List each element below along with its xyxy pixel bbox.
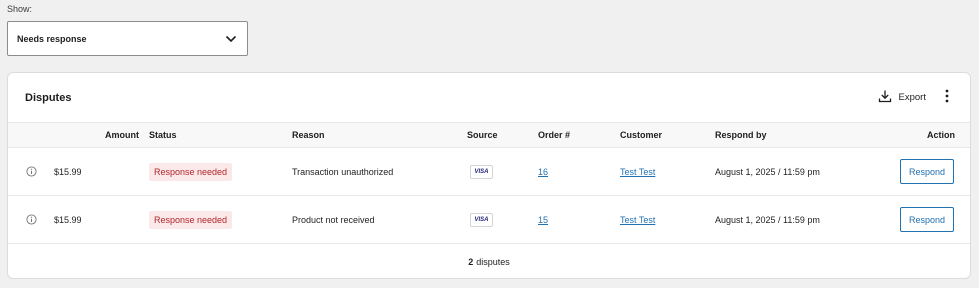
row-reason: Product not received (292, 214, 375, 225)
row-status-cell: Response needed (149, 148, 292, 196)
header-status[interactable]: Status (149, 123, 292, 148)
header-reason[interactable]: Reason (292, 123, 467, 148)
row-reason: Transaction unauthorized (292, 166, 394, 177)
respond-button[interactable]: Respond (900, 207, 954, 232)
row-amount: $15.99 (54, 166, 82, 177)
table-header-row: Amount Status Reason Source Order # Cust… (8, 122, 970, 148)
customer-link[interactable]: Test Test (620, 167, 655, 177)
info-icon[interactable] (8, 166, 54, 177)
order-link[interactable]: 16 (538, 167, 548, 177)
info-icon[interactable] (8, 214, 54, 225)
card-header: Disputes Export (8, 73, 970, 122)
table-footer: 2 disputes (8, 244, 970, 278)
header-amount[interactable]: Amount (54, 123, 149, 148)
table-row[interactable]: $15.99 Response needed Transaction unaut… (8, 148, 970, 196)
disputes-card: Disputes Export Amount Status Reason Sou… (7, 72, 971, 279)
status-filter-value: Needs response (17, 33, 87, 44)
header-action: Action (927, 130, 955, 140)
row-customer-cell: Test Test (620, 196, 715, 244)
header-order[interactable]: Order # (538, 123, 620, 148)
row-status-cell: Response needed (149, 196, 292, 244)
row-amount: $15.99 (54, 214, 82, 225)
respond-button[interactable]: Respond (900, 159, 954, 184)
header-source[interactable]: Source (467, 123, 538, 148)
export-button[interactable]: Export (878, 89, 926, 106)
row-respond-by: August 1, 2025 / 11:59 pm (715, 214, 820, 225)
dispute-count-label: disputes (476, 257, 510, 267)
row-respond-by: August 1, 2025 / 11:59 pm (715, 166, 820, 177)
visa-card-icon: VISA (470, 164, 493, 179)
row-source-cell: VISA (467, 148, 538, 196)
header-respond-by[interactable]: Respond by (715, 123, 855, 148)
status-badge: Response needed (149, 162, 233, 181)
disputes-table: Amount Status Reason Source Order # Cust… (8, 122, 970, 244)
visa-card-icon: VISA (470, 212, 493, 227)
row-order-cell: 15 (538, 196, 620, 244)
row-info-cell (8, 148, 54, 196)
filter-label: Show: (7, 4, 33, 14)
header-customer[interactable]: Customer (620, 123, 715, 148)
chevron-down-icon (224, 32, 238, 46)
order-link[interactable]: 15 (538, 215, 548, 225)
row-action-cell: Respond (855, 196, 970, 244)
dispute-count: 2 (468, 257, 474, 267)
row-order-cell: 16 (538, 148, 620, 196)
export-label: Export (898, 92, 926, 103)
row-customer-cell: Test Test (620, 148, 715, 196)
more-vertical-icon (945, 89, 949, 106)
header-info (8, 123, 54, 148)
table-row[interactable]: $15.99 Response needed Product not recei… (8, 196, 970, 244)
row-info-cell (8, 196, 54, 244)
download-icon (878, 89, 892, 106)
customer-link[interactable]: Test Test (620, 215, 655, 225)
row-action-cell: Respond (855, 148, 970, 196)
row-source-cell: VISA (467, 196, 538, 244)
status-badge: Response needed (149, 210, 233, 229)
status-filter-select[interactable]: Needs response (7, 21, 248, 56)
card-title: Disputes (25, 91, 72, 104)
header-actions: Export (878, 89, 954, 106)
more-options-button[interactable] (940, 89, 954, 106)
